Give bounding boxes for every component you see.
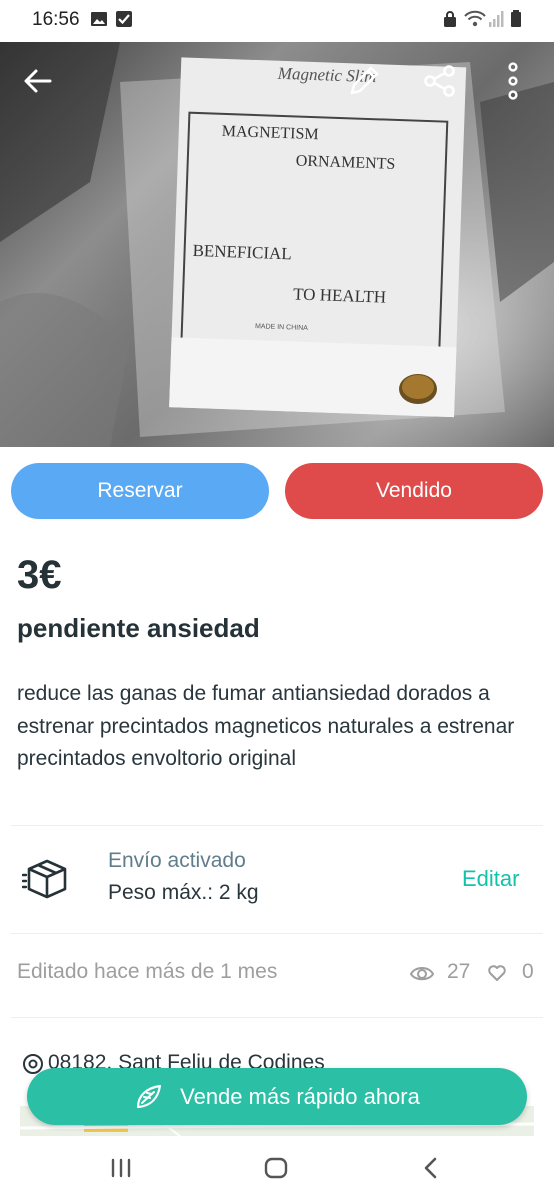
- battery-icon: [511, 10, 521, 27]
- edit-listing-button[interactable]: [340, 57, 388, 105]
- more-vertical-icon: [508, 62, 518, 100]
- arrow-left-icon: [24, 69, 52, 93]
- share-icon: [424, 65, 455, 97]
- chevron-left-icon: [424, 1157, 437, 1179]
- shipping-status: Envío activado: [108, 849, 246, 872]
- product-image[interactable]: MAGNETISM ORNAMENTS BENEFICIAL TO HEALTH…: [0, 42, 554, 447]
- photo-text-1: MAGNETISM: [222, 123, 319, 143]
- sell-faster-button[interactable]: Vende más rápido ahora: [27, 1068, 527, 1125]
- product-description: reduce las ganas de fumar antiansiedad d…: [17, 682, 515, 770]
- gallery-icon: [91, 12, 107, 26]
- heart-icon: [488, 965, 506, 981]
- back-button[interactable]: [14, 57, 62, 105]
- sold-button[interactable]: Vendido: [285, 463, 543, 519]
- photo-text-4: TO HEALTH: [293, 284, 387, 306]
- boost-wing-icon: [137, 1084, 162, 1108]
- back-nav-button[interactable]: [416, 1154, 446, 1182]
- product-price: 3€: [17, 553, 62, 597]
- sell-faster-label: Vende más rápido ahora: [180, 1083, 420, 1109]
- likes-count: 0: [522, 960, 534, 983]
- wifi-icon: [464, 10, 486, 27]
- status-time: 16:56: [32, 9, 80, 30]
- more-options-button[interactable]: [489, 57, 537, 105]
- eye-icon: [409, 967, 435, 981]
- check-icon: [116, 11, 132, 27]
- shipping-max-weight: Peso máx.: 2 kg: [108, 881, 259, 904]
- share-button[interactable]: [416, 57, 464, 105]
- edit-shipping-link[interactable]: Editar: [462, 866, 519, 892]
- signal-icon: [489, 11, 504, 27]
- lock-icon: [444, 11, 456, 27]
- status-bar: 16:56: [0, 0, 554, 42]
- home-button[interactable]: [261, 1154, 291, 1182]
- pencil-icon: [350, 66, 379, 95]
- product-photo: MAGNETISM ORNAMENTS BENEFICIAL TO HEALTH…: [0, 42, 554, 447]
- recent-apps-button[interactable]: [106, 1154, 136, 1182]
- photo-text-2: ORNAMENTS: [296, 152, 396, 172]
- reserve-button[interactable]: Reservar: [11, 463, 269, 519]
- home-icon: [264, 1157, 288, 1179]
- divider: [11, 933, 543, 934]
- divider: [11, 1017, 543, 1018]
- product-title: pendiente ansiedad: [17, 613, 260, 643]
- photo-text-3: BENEFICIAL: [192, 241, 292, 263]
- views-count: 27: [447, 960, 471, 983]
- package-icon: [22, 859, 67, 899]
- system-nav-bar: [0, 1136, 554, 1200]
- divider: [11, 825, 543, 826]
- edited-timestamp: Editado hace más de 1 mes: [17, 960, 278, 983]
- recent-apps-icon: [111, 1158, 131, 1178]
